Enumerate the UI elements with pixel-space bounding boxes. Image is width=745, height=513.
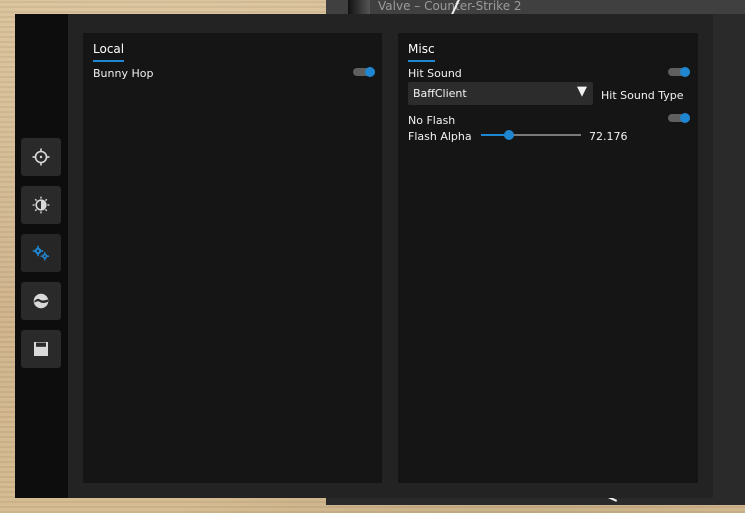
panel-local: Local Bunny Hop — [83, 33, 382, 483]
panel-title-local: Local — [93, 42, 125, 62]
background-window-titlebar: Valve – Counter-Strike 2 — [326, 0, 745, 14]
chevron-down-icon: ▼ — [577, 84, 587, 99]
gears-icon — [32, 245, 49, 261]
crosshair-icon — [32, 148, 50, 166]
globe-icon — [33, 293, 49, 309]
game-logo — [348, 0, 370, 14]
flash-alpha-label: Flash Alpha — [408, 130, 472, 143]
tab-aim[interactable] — [21, 138, 61, 176]
hit-sound-type-value: BaffClient — [413, 87, 467, 100]
tab-misc[interactable] — [21, 234, 61, 272]
panel-title-misc: Misc — [408, 42, 435, 62]
background-window-title: Valve – Counter-Strike 2 — [378, 0, 522, 13]
tab-config[interactable] — [21, 330, 61, 368]
no-flash-label: No Flash — [408, 114, 456, 127]
flash-alpha-slider-handle[interactable] — [504, 130, 515, 140]
tab-world[interactable] — [21, 282, 61, 320]
flash-alpha-slider[interactable] — [481, 130, 581, 140]
save-icon — [34, 342, 48, 356]
tab-visuals[interactable] — [21, 186, 61, 224]
hit-sound-type-label: Hit Sound Type — [601, 89, 684, 102]
sidebar — [15, 14, 68, 498]
hit-sound-toggle[interactable] — [668, 67, 690, 77]
toggle-knob — [680, 67, 690, 77]
hit-sound-label: Hit Sound — [408, 67, 462, 80]
bunny-hop-label: Bunny Hop — [93, 67, 154, 80]
no-flash-toggle[interactable] — [668, 113, 690, 123]
toggle-knob — [680, 113, 690, 123]
panel-misc: Misc Hit Sound BaffClient ▼ Hit Sound Ty… — [398, 33, 698, 483]
cheat-menu-window: Local Bunny Hop Misc Hit Sound BaffClien… — [15, 14, 713, 498]
bunny-hop-toggle[interactable] — [353, 67, 375, 77]
flash-alpha-value: 72.176 — [589, 130, 628, 143]
hit-sound-type-dropdown[interactable]: BaffClient ▼ — [408, 82, 593, 105]
brightness-icon — [32, 196, 50, 214]
toggle-knob — [365, 67, 375, 77]
